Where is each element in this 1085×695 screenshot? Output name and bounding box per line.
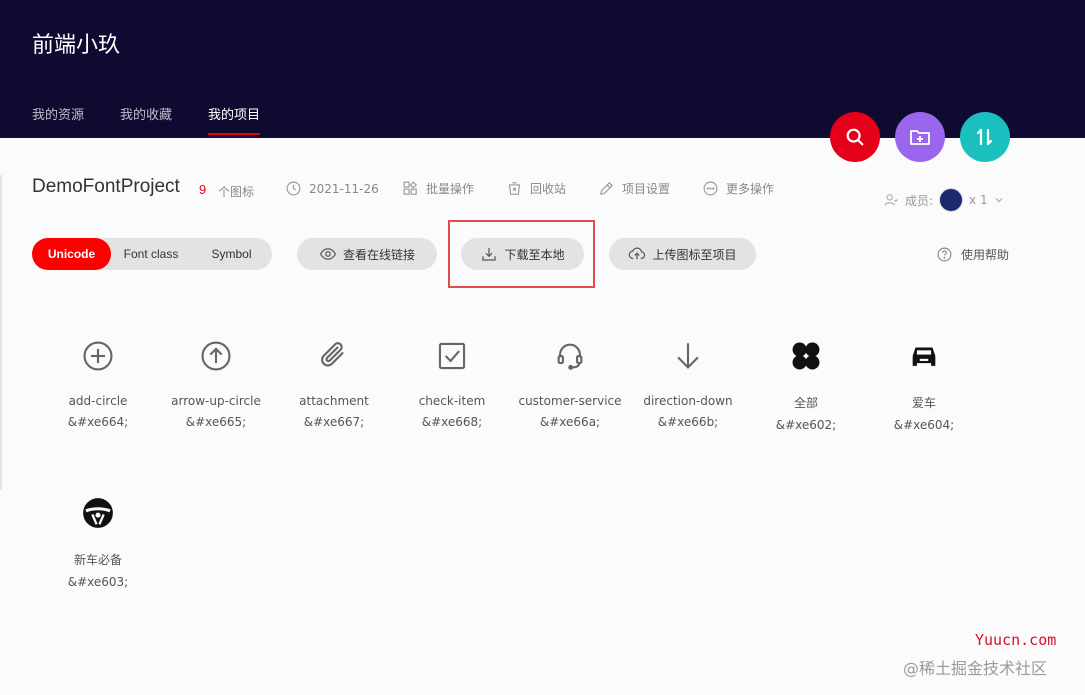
- content-left-border: [0, 175, 2, 490]
- icon-code: &#xe602;: [747, 418, 865, 432]
- icon-code: &#xe604;: [865, 418, 983, 432]
- add-circle-icon: [81, 339, 115, 373]
- icon-card-check-item[interactable]: check-item &#xe668;: [393, 334, 511, 429]
- icon-card-all[interactable]: 全部 &#xe602;: [747, 334, 865, 432]
- help-label: 使用帮助: [961, 246, 1009, 263]
- upload-label: 上传图标至项目: [652, 246, 736, 263]
- icon-code: &#xe667;: [275, 415, 393, 429]
- folder-plus-icon: [908, 125, 932, 149]
- more-actions-label: 更多操作: [726, 180, 774, 197]
- icon-name: 新车必备: [39, 551, 157, 568]
- download-highlight-frame: [448, 220, 595, 288]
- search-icon: [844, 126, 866, 148]
- members-count: x 1: [969, 193, 988, 207]
- check-item-icon: [435, 339, 469, 373]
- direction-down-icon: [671, 339, 705, 373]
- batch-operation-label: 批量操作: [426, 180, 474, 197]
- brand-title: 前端小玖: [32, 27, 120, 59]
- project-settings-button[interactable]: 项目设置: [598, 180, 670, 197]
- view-online-label: 查看在线链接: [343, 246, 415, 263]
- cloud-upload-icon: [628, 245, 646, 263]
- icon-card-arrow-up-circle[interactable]: arrow-up-circle &#xe665;: [157, 334, 275, 429]
- icon-name: attachment: [275, 394, 393, 408]
- recycle-bin-label: 回收站: [530, 180, 566, 197]
- project-date: 2021-11-26: [285, 180, 379, 197]
- watermark-community: @稀土掘金技术社区: [903, 655, 1047, 679]
- icon-code: &#xe603;: [39, 575, 157, 589]
- icon-card-new-car-essentials[interactable]: 新车必备 &#xe603;: [39, 491, 157, 589]
- steering-wheel-icon: [81, 496, 115, 530]
- sort-icon: [973, 125, 997, 149]
- icon-code: &#xe664;: [39, 415, 157, 429]
- help-link[interactable]: 使用帮助: [936, 246, 1009, 263]
- all-grid-icon: [789, 339, 823, 373]
- more-actions-button[interactable]: 更多操作: [702, 180, 774, 197]
- main-nav: 我的资源 我的收藏 我的项目: [32, 104, 260, 135]
- members-label: 成员:: [905, 192, 933, 209]
- more-icon: [702, 180, 719, 197]
- customer-service-icon: [553, 339, 587, 373]
- nav-my-favorites[interactable]: 我的收藏: [120, 104, 172, 135]
- icon-count-label: 个图标: [218, 183, 254, 200]
- recycle-bin-button[interactable]: 回收站: [506, 180, 566, 197]
- sort-button[interactable]: [960, 112, 1010, 162]
- batch-icon: [402, 180, 419, 197]
- watermark-site: Yuucn.com: [975, 631, 1056, 649]
- icon-card-customer-service[interactable]: customer-service &#xe66a;: [511, 334, 629, 429]
- icon-code: &#xe668;: [393, 415, 511, 429]
- icon-card-car[interactable]: 爱车 &#xe604;: [865, 334, 983, 432]
- icon-name: arrow-up-circle: [157, 394, 275, 408]
- pencil-icon: [598, 180, 615, 197]
- icon-name: 爱车: [865, 394, 983, 411]
- icon-name: customer-service: [511, 394, 629, 408]
- code-type-tabs: Unicode Font class Symbol: [32, 238, 272, 270]
- icon-count: 9: [199, 182, 206, 197]
- batch-operation-button[interactable]: 批量操作: [402, 180, 474, 197]
- project-settings-label: 项目设置: [622, 180, 670, 197]
- icon-card-attachment[interactable]: attachment &#xe667;: [275, 334, 393, 429]
- clock-icon: [285, 180, 302, 197]
- project-date-text: 2021-11-26: [309, 182, 379, 196]
- car-icon: [907, 339, 941, 373]
- project-title: DemoFontProject: [32, 176, 180, 198]
- arrow-up-circle-icon: [199, 339, 233, 373]
- icon-name: 全部: [747, 394, 865, 411]
- upload-to-project-button[interactable]: 上传图标至项目: [609, 238, 756, 270]
- attachment-icon: [317, 339, 351, 373]
- icon-code: &#xe66b;: [629, 415, 747, 429]
- trash-icon: [506, 180, 523, 197]
- icon-code: &#xe665;: [157, 415, 275, 429]
- nav-my-projects[interactable]: 我的项目: [208, 104, 260, 135]
- eye-icon: [319, 245, 337, 263]
- tab-unicode[interactable]: Unicode: [32, 238, 111, 270]
- add-folder-button[interactable]: [895, 112, 945, 162]
- icon-name: check-item: [393, 394, 511, 408]
- icon-name: direction-down: [629, 394, 747, 408]
- user-icon: [883, 192, 899, 208]
- members-dropdown[interactable]: 成员: x 1: [883, 188, 1004, 212]
- view-online-link-button[interactable]: 查看在线链接: [297, 238, 437, 270]
- search-button[interactable]: [830, 112, 880, 162]
- question-icon: [936, 246, 953, 263]
- tab-symbol[interactable]: Symbol: [191, 238, 272, 270]
- nav-my-resources[interactable]: 我的资源: [32, 104, 84, 135]
- icon-card-add-circle[interactable]: add-circle &#xe664;: [39, 334, 157, 429]
- icon-card-direction-down[interactable]: direction-down &#xe66b;: [629, 334, 747, 429]
- member-avatar[interactable]: [939, 188, 963, 212]
- tab-font-class[interactable]: Font class: [111, 238, 191, 270]
- chevron-down-icon: [994, 195, 1004, 205]
- icon-name: add-circle: [39, 394, 157, 408]
- icon-code: &#xe66a;: [511, 415, 629, 429]
